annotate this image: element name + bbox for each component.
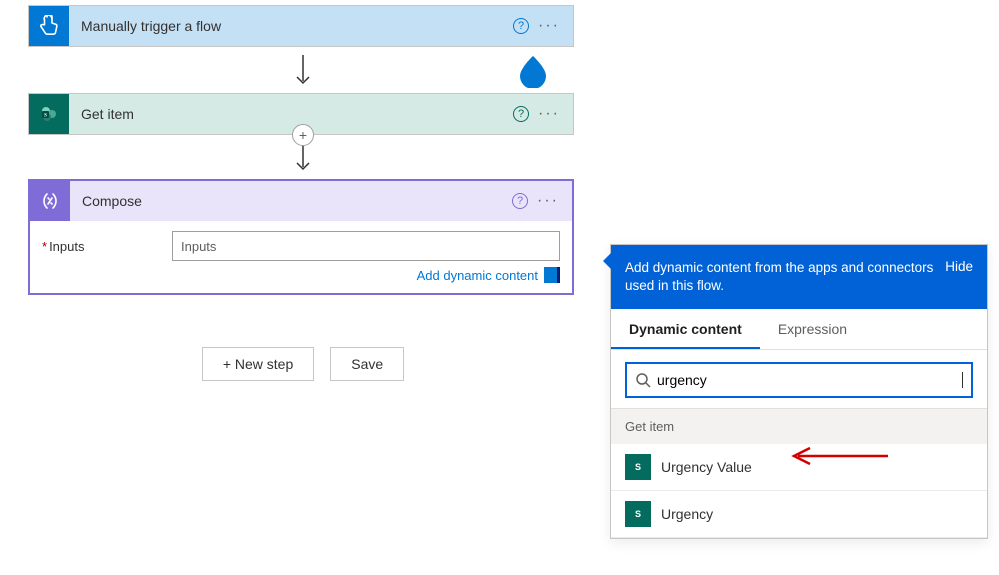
dynamic-item-urgency[interactable]: S Urgency	[611, 491, 987, 538]
dynamic-search-input[interactable]	[657, 372, 956, 388]
more-icon[interactable]: ···	[535, 100, 563, 128]
add-dynamic-content-link[interactable]: Add dynamic content	[42, 267, 560, 283]
touch-icon	[29, 6, 69, 46]
text-cursor	[962, 372, 963, 388]
dynamic-search-box[interactable]	[625, 362, 973, 398]
add-step-icon[interactable]: +	[292, 124, 314, 146]
compose-body: *Inputs Inputs Add dynamic content	[30, 221, 572, 293]
new-step-button[interactable]: + New step	[202, 347, 314, 381]
compose-icon	[30, 181, 70, 221]
help-icon[interactable]: ?	[507, 100, 535, 128]
dynamic-panel-heading: Add dynamic content from the apps and co…	[625, 259, 935, 295]
step-trigger[interactable]: Manually trigger a flow ? ···	[28, 5, 574, 47]
flow-checker-icon[interactable]	[518, 54, 548, 88]
step-getitem-title: Get item	[69, 106, 507, 122]
connector-arrow: +	[28, 135, 578, 179]
svg-text:S: S	[44, 114, 47, 119]
add-dynamic-icon	[544, 267, 560, 283]
help-icon[interactable]: ?	[507, 12, 535, 40]
more-icon[interactable]: ···	[535, 12, 563, 40]
inputs-field[interactable]: Inputs	[172, 231, 560, 261]
more-icon[interactable]: ···	[534, 187, 562, 215]
save-button[interactable]: Save	[330, 347, 404, 381]
dynamic-group-getitem: Get item	[611, 408, 987, 444]
dynamic-item-urgency-value[interactable]: S Urgency Value	[611, 444, 987, 491]
dynamic-content-panel: Add dynamic content from the apps and co…	[610, 244, 988, 539]
panel-caret	[603, 253, 611, 269]
step-trigger-title: Manually trigger a flow	[69, 18, 507, 34]
step-compose[interactable]: Compose ? ··· *Inputs Inputs Add dynamic…	[28, 179, 574, 295]
sharepoint-icon: S	[625, 454, 651, 480]
step-compose-title: Compose	[70, 193, 506, 209]
search-icon	[635, 372, 651, 388]
inputs-label: *Inputs	[42, 239, 162, 254]
tab-expression[interactable]: Expression	[760, 309, 865, 349]
sharepoint-icon: S	[29, 94, 69, 134]
dynamic-item-label: Urgency	[661, 506, 713, 522]
hide-link[interactable]: Hide	[945, 259, 973, 274]
help-icon[interactable]: ?	[506, 187, 534, 215]
dynamic-item-label: Urgency Value	[661, 459, 752, 475]
tab-dynamic-content[interactable]: Dynamic content	[611, 309, 760, 349]
sharepoint-icon: S	[625, 501, 651, 527]
connector-arrow	[28, 47, 578, 93]
